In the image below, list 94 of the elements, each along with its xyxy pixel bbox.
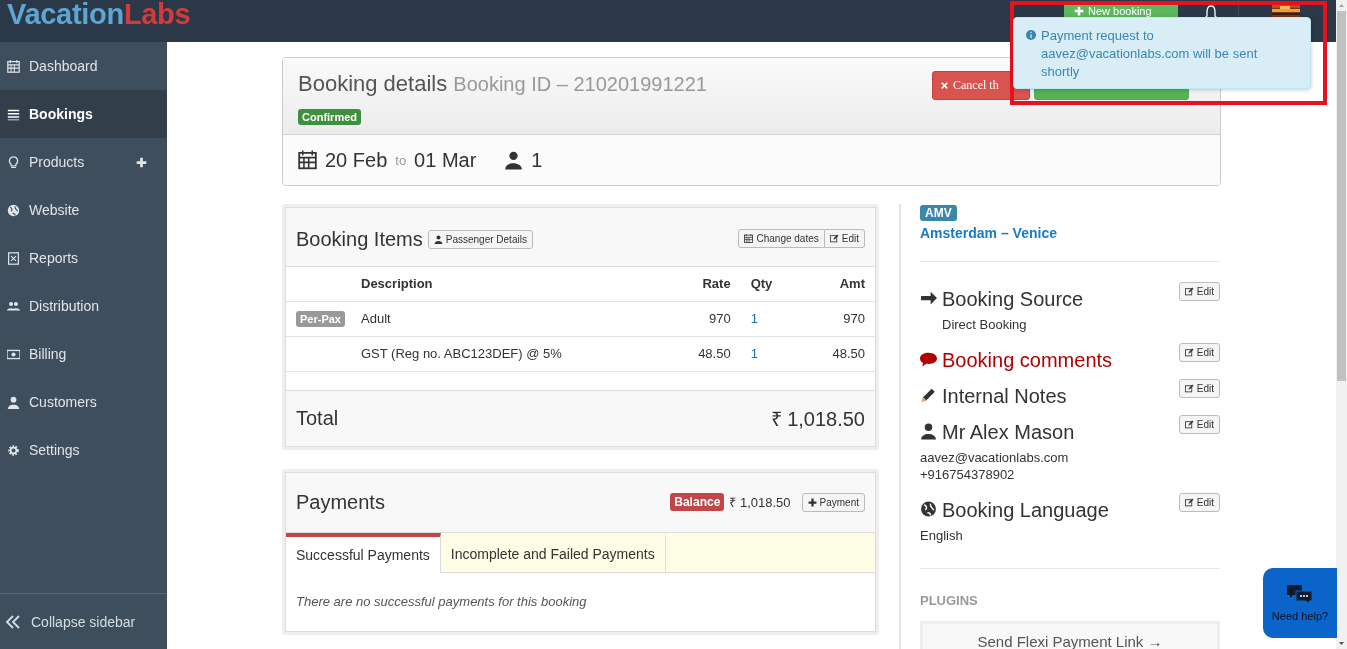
section-title: Booking Language xyxy=(942,498,1109,523)
speech-bubble-icon xyxy=(920,350,937,368)
scrollbar[interactable] xyxy=(1336,0,1347,649)
page-title: Booking details Booking ID – 210201991221 xyxy=(298,70,708,98)
change-dates-button[interactable]: Change dates xyxy=(738,229,825,248)
banknote-icon xyxy=(7,347,20,361)
close-icon xyxy=(940,81,949,90)
column-header: Amt xyxy=(800,267,875,301)
end-date: 01 Mar xyxy=(414,148,477,172)
section-heading: PLUGINS xyxy=(920,593,979,608)
section-title: Booking comments xyxy=(942,348,1113,373)
start-date: 20 Feb xyxy=(325,148,388,172)
table-cell: 48.50 xyxy=(800,336,875,371)
plugin-button[interactable]: Send Flexi Payment Link → xyxy=(920,621,1220,649)
sidebar-item[interactable]: Billing xyxy=(0,330,167,378)
calendar-icon xyxy=(7,59,20,73)
tab[interactable]: Successful Payments xyxy=(286,532,441,573)
edit-button[interactable]: Edit xyxy=(1178,379,1220,398)
report-icon xyxy=(7,251,20,265)
section-text: Direct Booking xyxy=(942,316,1028,333)
date-separator: to xyxy=(395,152,407,168)
plus-icon xyxy=(807,497,817,507)
table-cell: Adult xyxy=(351,301,666,336)
section-title: Internal Notes xyxy=(942,384,1067,409)
arrow-icon xyxy=(920,289,937,307)
trip-link[interactable]: Amsterdam – Venice xyxy=(920,225,1221,241)
passenger-details-button[interactable]: Passenger Details xyxy=(427,230,533,249)
calendar-icon xyxy=(298,150,317,170)
empty-message: There are no successful payments for this booking xyxy=(295,592,588,611)
double-chevron-icon xyxy=(5,614,21,629)
user-icon xyxy=(433,235,443,244)
column-header: Rate xyxy=(665,267,741,301)
table-cell: GST (Reg no. ABC123DEF) @ 5% xyxy=(351,336,666,371)
sidebar-item[interactable]: Bookings xyxy=(0,90,167,138)
total-amount: ₹ 1,018.50 xyxy=(770,406,865,432)
edit-button[interactable]: Edit xyxy=(1178,415,1220,434)
sidebar-item[interactable]: Products xyxy=(0,138,167,186)
settings-icon xyxy=(7,443,20,457)
trip-code-badge: AMV xyxy=(920,205,957,221)
info-icon xyxy=(1026,30,1036,40)
chat-icon xyxy=(1287,584,1313,606)
section-text: English xyxy=(920,527,964,544)
edit-icon xyxy=(1184,420,1194,429)
edit-icon xyxy=(1184,384,1194,393)
user-icon xyxy=(920,422,937,440)
list-icon xyxy=(7,107,20,121)
edit-icon xyxy=(1184,287,1194,296)
sidebar-item[interactable]: Website xyxy=(0,186,167,234)
total-label: Total xyxy=(296,406,339,430)
sidebar-item[interactable]: Dashboard xyxy=(0,42,167,90)
status-badge: Confirmed xyxy=(298,109,361,125)
plus-icon xyxy=(1074,6,1084,16)
edit-icon xyxy=(1184,348,1194,357)
add-payment-button[interactable]: Payment xyxy=(801,492,865,512)
edit-button[interactable]: Edit xyxy=(1178,493,1220,512)
booking-id: Booking ID – 210201991221 xyxy=(453,73,707,95)
section-text: aavez@vacationlabs.com xyxy=(920,449,1070,466)
pencil-icon xyxy=(920,386,937,404)
table-cell: 970 xyxy=(800,301,875,336)
users-icon xyxy=(7,299,20,313)
globe-icon xyxy=(7,203,20,217)
section-title: Booking Source xyxy=(942,287,1084,312)
sidebar-item[interactable]: Reports xyxy=(0,234,167,282)
user-icon xyxy=(7,395,20,409)
edit-button[interactable]: Edit xyxy=(1178,282,1220,301)
column-header: Qty xyxy=(740,267,801,301)
table-cell: 1 xyxy=(740,336,801,371)
edit-icon xyxy=(829,234,839,243)
table-cell: 48.50 xyxy=(665,336,741,371)
notification-text: Payment request to aavez@vacationlabs.com will be sent shortly xyxy=(1041,27,1259,81)
user-icon xyxy=(504,150,524,170)
column-header: Description xyxy=(351,267,666,301)
globe-icon xyxy=(920,500,937,518)
edit-icon xyxy=(1184,498,1194,507)
section-text: +916754378902 xyxy=(920,466,1016,483)
collapse-sidebar-button[interactable]: Collapse sidebar xyxy=(0,593,167,649)
section-title: Mr Alex Mason xyxy=(942,420,1075,445)
table-cell: 970 xyxy=(665,301,741,336)
table-cell: 1 xyxy=(740,301,801,336)
logo[interactable]: VacationLabs xyxy=(7,0,191,29)
lightbulb-icon xyxy=(7,155,20,169)
calendar-icon xyxy=(744,234,754,243)
sidebar-item[interactable]: Customers xyxy=(0,378,167,426)
edit-button[interactable]: Edit xyxy=(824,229,865,248)
plus-icon[interactable] xyxy=(136,156,147,168)
balance-amount: ₹ 1,018.50 xyxy=(729,494,791,511)
pricing-tag: Per-Pax xyxy=(296,310,345,327)
panel-title: Payments xyxy=(296,490,386,515)
panel-title: Booking Items xyxy=(296,227,423,252)
balance-badge: Balance xyxy=(670,493,725,511)
edit-button[interactable]: Edit xyxy=(1178,343,1220,362)
sidebar-item[interactable]: Distribution xyxy=(0,282,167,330)
traveller-count: 1 xyxy=(531,148,543,172)
sidebar-item[interactable]: Settings xyxy=(0,426,167,474)
